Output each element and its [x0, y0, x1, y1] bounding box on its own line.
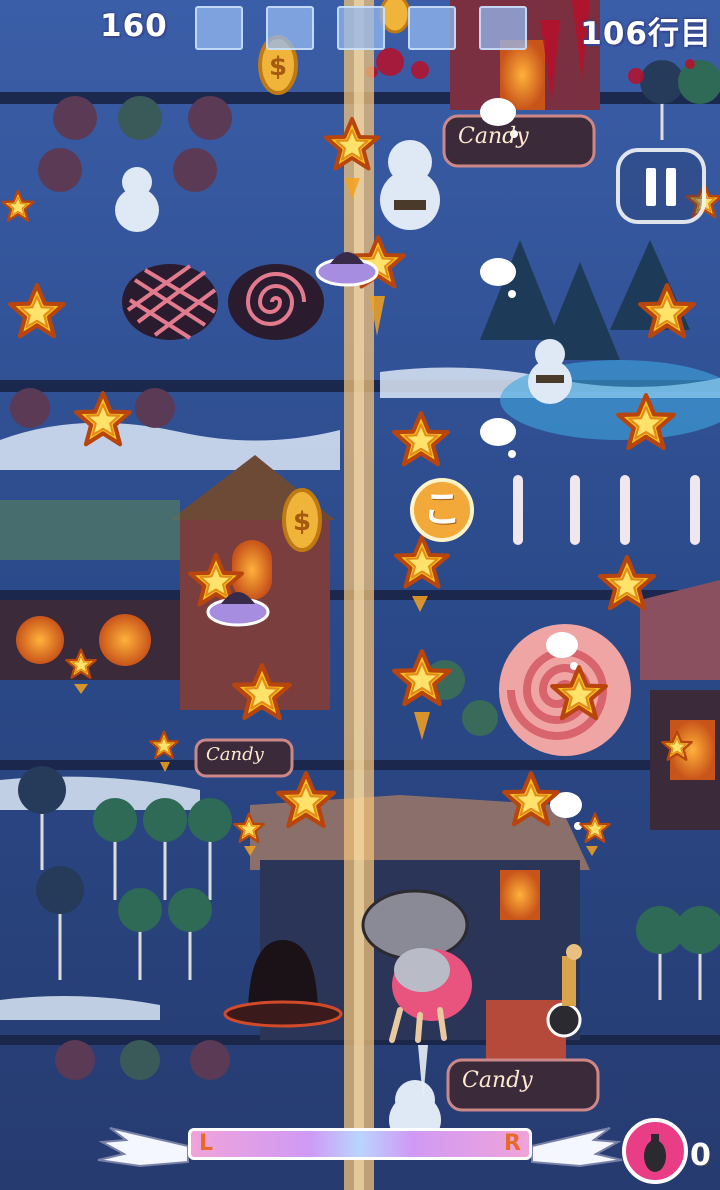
score-display: 160 [100, 8, 168, 44]
bomb-count: 0 [690, 1138, 711, 1173]
meter-left-label: L [199, 1131, 214, 1156]
item-slot [337, 6, 385, 50]
pause-button[interactable] [616, 148, 706, 224]
item-slot [479, 6, 527, 50]
coin-symbol: $ [269, 52, 287, 82]
tilt-meter: L R [188, 1128, 532, 1160]
item-slot [195, 6, 243, 50]
pause-icon [666, 168, 676, 206]
shop-sign: Candy [458, 124, 529, 149]
shop-sign: Candy [462, 1068, 533, 1093]
item-slot [408, 6, 456, 50]
letter-bubble: こ [410, 478, 474, 542]
shop-sign: Candy [206, 744, 264, 765]
pause-icon [646, 168, 656, 206]
item-slot [266, 6, 314, 50]
candy-house-right [640, 580, 720, 830]
bomb-button[interactable] [622, 1118, 688, 1184]
line-counter: 106行目 [580, 16, 712, 52]
meter-right-label: R [504, 1131, 521, 1156]
bomb-icon [644, 1134, 666, 1172]
game-scene: $ $ [0, 0, 720, 1190]
coin-symbol: $ [293, 507, 311, 537]
